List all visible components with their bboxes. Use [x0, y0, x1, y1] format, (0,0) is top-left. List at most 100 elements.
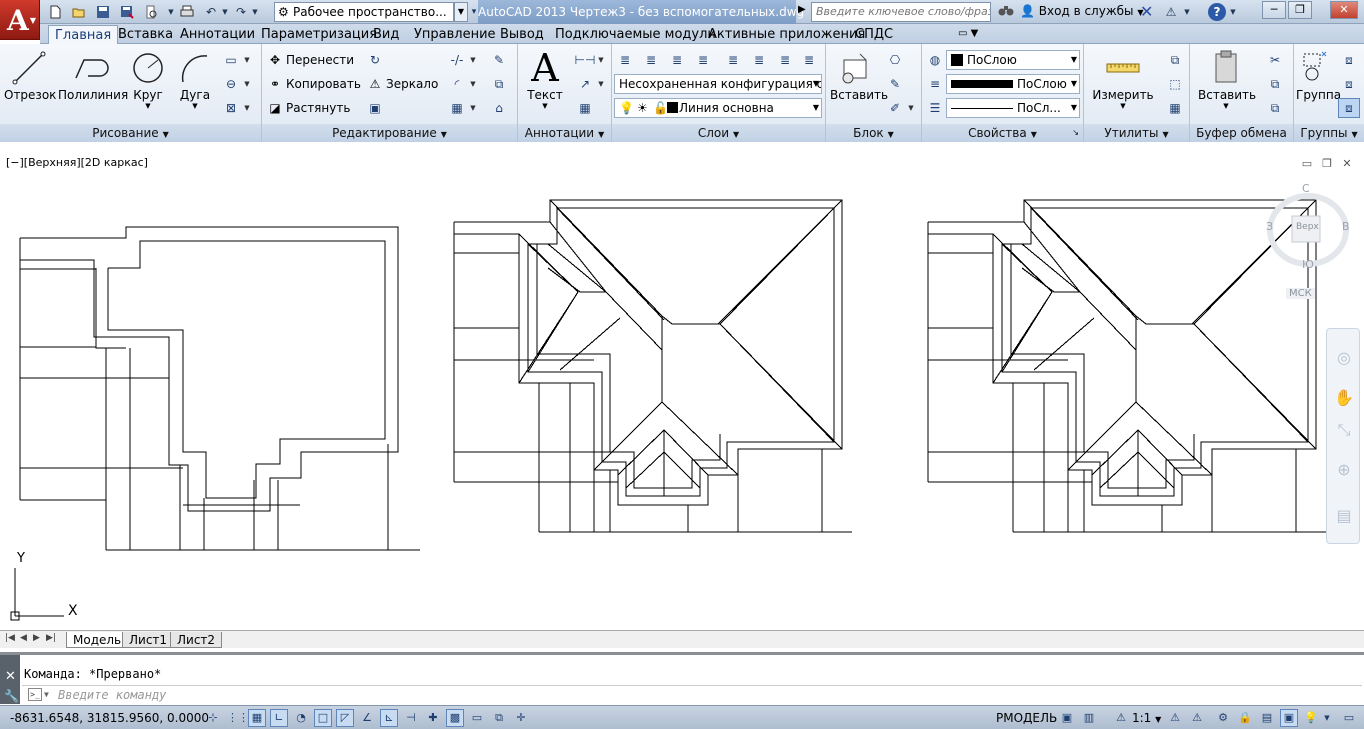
- lock-ui-icon[interactable]: 🔒: [1236, 709, 1254, 727]
- search-input[interactable]: Введите ключевое слово/фразу: [811, 2, 991, 22]
- utilities-panel-title[interactable]: Утилиты ▼: [1084, 124, 1189, 142]
- block-panel-title[interactable]: Блок ▼: [826, 124, 921, 142]
- dialog-launcher-icon[interactable]: ↘: [1072, 124, 1079, 142]
- tab-annotate[interactable]: Аннотации: [174, 25, 261, 44]
- chevron-down-icon[interactable]: ▼: [44, 686, 49, 704]
- layer-freeze-icon[interactable]: ≣: [748, 50, 770, 70]
- dimension-icon[interactable]: ⊢⊣: [574, 50, 596, 70]
- layout-icon[interactable]: ▥: [1080, 709, 1098, 727]
- lineweight-toggle-icon[interactable]: ✚: [424, 709, 442, 727]
- fillet-icon[interactable]: ◜: [446, 74, 468, 94]
- trim-icon[interactable]: -/-: [446, 50, 468, 70]
- chevron-down-icon[interactable]: ▼: [596, 50, 606, 70]
- chevron-down-icon[interactable]: ▼: [1228, 3, 1238, 21]
- application-menu-button[interactable]: A ▼: [0, 0, 40, 40]
- polyline-button[interactable]: Полилиния: [58, 48, 128, 102]
- tab-home[interactable]: Главная: [48, 25, 119, 44]
- chevron-down-icon[interactable]: ▼: [468, 50, 478, 70]
- viewcube-east[interactable]: В: [1342, 220, 1350, 233]
- 3d-osnap-icon[interactable]: ◸: [336, 709, 354, 727]
- autoscale-icon[interactable]: ⚠: [1188, 709, 1206, 727]
- pan-icon[interactable]: ✋: [1333, 387, 1355, 409]
- rectangle-icon[interactable]: ▭: [220, 50, 242, 70]
- tab-spds[interactable]: СПДС: [849, 25, 899, 44]
- create-block-icon[interactable]: ⎔: [884, 50, 906, 70]
- lineweight-icon[interactable]: ≡: [924, 74, 946, 94]
- offset-icon[interactable]: ⌂: [488, 98, 510, 118]
- tab-online-apps[interactable]: Активные приложения: [702, 25, 871, 44]
- cut-icon[interactable]: ✂: [1264, 50, 1286, 70]
- tab-parametric[interactable]: Параметризация: [255, 25, 383, 44]
- first-tab-icon[interactable]: |◀: [5, 633, 15, 643]
- binoculars-icon[interactable]: [998, 3, 1014, 21]
- new-icon[interactable]: [46, 3, 64, 21]
- tab-model[interactable]: Модель: [66, 632, 129, 648]
- viewcube-face[interactable]: Верх: [1296, 222, 1319, 232]
- ungroup-icon[interactable]: ⧈: [1338, 50, 1360, 70]
- match-properties-icon[interactable]: ◍: [924, 50, 946, 70]
- polar-icon[interactable]: ◔: [292, 709, 310, 727]
- last-tab-icon[interactable]: ▶|: [46, 633, 56, 643]
- quick-access-more-icon[interactable]: ▾: [470, 3, 478, 21]
- dyn-icon[interactable]: ⊣: [402, 709, 420, 727]
- stretch-button[interactable]: ◪ Растянуть: [266, 98, 350, 118]
- lineweight-dropdown[interactable]: ПоСлою ▼: [946, 74, 1080, 94]
- viewcube-south[interactable]: Ю: [1302, 258, 1314, 271]
- close-icon[interactable]: ✕: [5, 669, 16, 684]
- leader-icon[interactable]: ↗: [574, 74, 596, 94]
- tab-view[interactable]: Вид: [367, 25, 405, 44]
- next-tab-icon[interactable]: ▶: [33, 633, 40, 643]
- group-selection-icon[interactable]: ⧈: [1338, 98, 1360, 118]
- infer-constraints-icon[interactable]: ⊹: [204, 709, 222, 727]
- copy-base-icon[interactable]: ⧉: [1264, 98, 1286, 118]
- group-button[interactable]: Группа: [1296, 48, 1341, 102]
- restore-button[interactable]: ❐: [1288, 1, 1312, 19]
- tab-output[interactable]: Вывод: [494, 25, 550, 44]
- wrench-icon[interactable]: 🔧: [4, 689, 19, 703]
- connect-icon[interactable]: ⚠: [1162, 3, 1180, 21]
- workspace-switch-icon[interactable]: ⚙: [1214, 709, 1232, 727]
- paste-button[interactable]: Вставить ▼: [1198, 48, 1256, 110]
- layer-properties-icon[interactable]: ≣: [614, 50, 636, 70]
- rotate-icon[interactable]: ↻: [364, 50, 386, 70]
- chevron-down-icon[interactable]: ▼: [166, 3, 176, 21]
- print-icon[interactable]: [178, 3, 196, 21]
- edit-block-icon[interactable]: ✎: [884, 74, 906, 94]
- open-icon[interactable]: [70, 3, 88, 21]
- chevron-down-icon[interactable]: ▼: [220, 3, 230, 21]
- current-layer-dropdown[interactable]: 💡 ☀ 🔓 Линия основна ▼: [614, 98, 822, 118]
- workspace-dropdown[interactable]: ⚙ Рабочее пространство...: [274, 2, 454, 22]
- hatch-icon[interactable]: ⊖: [220, 74, 242, 94]
- chevron-down-icon[interactable]: ▼: [454, 2, 468, 22]
- calculator-icon[interactable]: ▦: [1164, 98, 1186, 118]
- command-input[interactable]: >_ ▼ Введите команду: [22, 685, 1362, 703]
- help-icon[interactable]: ?: [1208, 3, 1226, 21]
- transparency-icon[interactable]: ▩: [446, 709, 464, 727]
- chevron-down-icon[interactable]: ▼: [1182, 3, 1192, 21]
- insert-block-button[interactable]: Вставить: [830, 48, 888, 102]
- viewcube-west[interactable]: З: [1266, 220, 1273, 233]
- command-prompt-icon[interactable]: >_: [28, 688, 42, 701]
- command-line-grip[interactable]: ✕ 🔧: [0, 655, 20, 704]
- modify-panel-title[interactable]: Редактирование ▼: [262, 124, 517, 142]
- grid-icon[interactable]: ▦: [248, 709, 266, 727]
- orbit-icon[interactable]: ⊕: [1333, 459, 1355, 481]
- osnap-icon[interactable]: □: [314, 709, 332, 727]
- lightbulb-icon[interactable]: 💡: [1302, 709, 1320, 727]
- mirror-button[interactable]: ⚠ Зеркало: [366, 74, 439, 94]
- ducs-icon[interactable]: ⊾: [380, 709, 398, 727]
- quick-select-icon[interactable]: ⧉: [1164, 50, 1186, 70]
- layer-match-icon[interactable]: ≣: [774, 50, 796, 70]
- explode-icon[interactable]: ⧉: [488, 74, 510, 94]
- chevron-down-icon[interactable]: ▼: [596, 74, 606, 94]
- ucs-menu[interactable]: МСК: [1286, 288, 1315, 299]
- sign-in-button[interactable]: 👤 Вход в службы ▼: [1020, 4, 1144, 18]
- select-all-icon[interactable]: ⬚: [1164, 74, 1186, 94]
- redo-icon[interactable]: ↷: [232, 3, 250, 21]
- model-icon[interactable]: ▣: [1058, 709, 1076, 727]
- annotation-panel-title[interactable]: Аннотации ▼: [518, 124, 611, 142]
- copy-button[interactable]: ⚭ Копировать: [266, 74, 361, 94]
- text-button[interactable]: A Текст ▼: [524, 48, 566, 110]
- steering-wheel-icon[interactable]: ◎: [1333, 347, 1355, 369]
- snap-mode-icon[interactable]: ⋮⋮: [226, 709, 249, 727]
